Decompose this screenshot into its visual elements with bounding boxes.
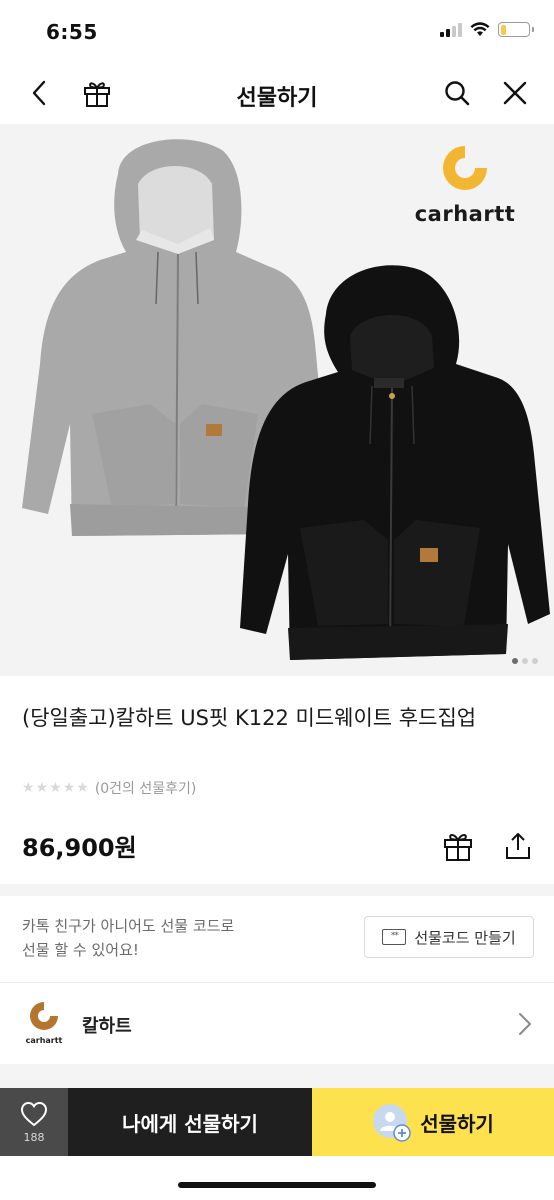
brand-row[interactable]: carhartt 칼하트 xyxy=(0,984,554,1064)
send-gift-button[interactable]: 선물하기 xyxy=(312,1088,554,1156)
section-divider xyxy=(0,1064,554,1088)
rating-stars: ★ ★ ★ ★ ★ xyxy=(22,781,89,795)
carousel-dots xyxy=(512,658,538,664)
make-gift-code-label: 선물코드 만들기 xyxy=(414,928,516,947)
search-button[interactable] xyxy=(440,76,474,110)
brand-name: 칼하트 xyxy=(82,1016,132,1037)
gift-code-line1: 카톡 친구가 아니어도 선물 코드로 xyxy=(22,917,235,935)
battery-icon xyxy=(498,22,534,37)
like-button[interactable]: 188 xyxy=(0,1088,68,1156)
carhartt-wordmark: carhartt xyxy=(414,202,516,226)
product-title: (당일출고)칼하트 US핏 K122 미드웨이트 후드집업 xyxy=(22,706,477,730)
wifi-icon xyxy=(470,22,490,36)
brand-avatar-wordmark: carhartt xyxy=(25,1036,63,1045)
star-icon: ★ xyxy=(35,780,49,796)
close-icon xyxy=(503,81,527,105)
share-icon xyxy=(506,833,530,859)
rating-row[interactable]: ★ ★ ★ ★ ★ (0건의 선물후기) xyxy=(22,778,196,798)
carhartt-logo: carhartt xyxy=(400,140,530,235)
person-add-icon xyxy=(373,1104,411,1142)
star-icon: ★ xyxy=(62,780,76,796)
gift-code-line2: 선물 할 수 있어요! xyxy=(22,941,139,959)
carousel-dot[interactable] xyxy=(512,658,518,664)
status-time: 6:55 xyxy=(46,20,98,44)
status-bar: 6:55 xyxy=(0,0,554,62)
status-icons xyxy=(440,22,534,37)
heart-icon xyxy=(20,1101,48,1126)
share-button[interactable] xyxy=(498,826,538,866)
carhartt-c-icon xyxy=(443,146,487,190)
gift-code-icon: ** xyxy=(382,929,407,945)
bottom-action-bar: 188 나에게 선물하기 선물하기 xyxy=(0,1088,554,1156)
section-divider xyxy=(0,884,554,896)
product-price: 86,900원 xyxy=(22,834,137,862)
carousel-dot[interactable] xyxy=(522,658,528,664)
gift-to-me-label: 나에게 선물하기 xyxy=(122,1111,258,1136)
star-icon: ★ xyxy=(22,780,35,796)
brand-avatar: carhartt xyxy=(20,998,68,1050)
star-icon: ★ xyxy=(76,780,89,796)
review-count: (0건의 선물후기) xyxy=(94,781,197,797)
carousel-dot[interactable] xyxy=(532,658,538,664)
send-gift-label: 선물하기 xyxy=(420,1111,494,1136)
gift-icon xyxy=(444,834,472,861)
product-image-carousel[interactable]: carhartt xyxy=(0,124,554,676)
close-button[interactable] xyxy=(498,76,532,110)
signal-icon xyxy=(440,22,462,37)
chevron-right-icon xyxy=(519,1013,531,1035)
app-header: 선물하기 xyxy=(0,62,554,124)
gift-code-description: 카톡 친구가 아니어도 선물 코드로 선물 할 수 있어요! xyxy=(22,914,322,962)
home-indicator xyxy=(178,1182,376,1188)
make-gift-code-button[interactable]: ** 선물코드 만들기 xyxy=(364,916,534,958)
carhartt-c-icon xyxy=(30,1002,58,1030)
gift-to-me-button[interactable]: 나에게 선물하기 xyxy=(68,1088,312,1156)
star-icon: ★ xyxy=(49,780,62,796)
like-count: 188 xyxy=(23,1130,45,1144)
search-icon xyxy=(445,81,470,106)
gift-wish-button[interactable] xyxy=(438,826,478,866)
friend-add-avatar xyxy=(372,1103,411,1142)
section-divider xyxy=(0,982,554,983)
